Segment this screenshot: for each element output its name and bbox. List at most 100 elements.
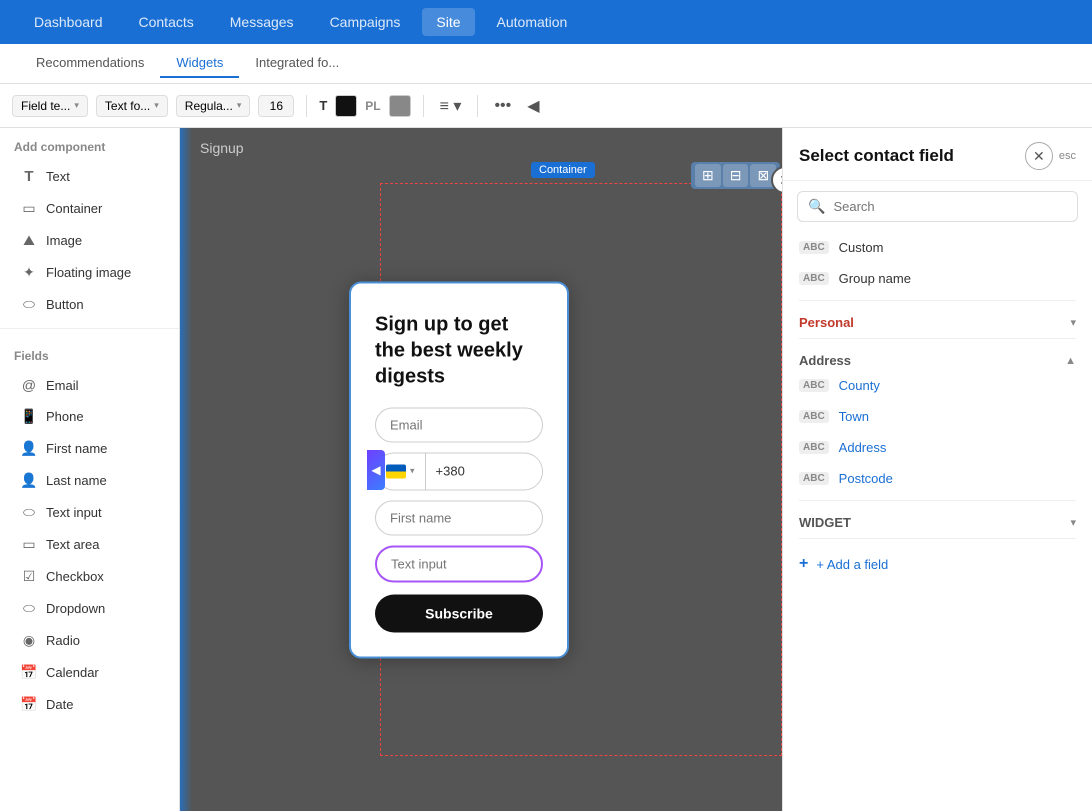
panel-row-county[interactable]: ABC County <box>791 370 1084 401</box>
ukraine-flag-icon <box>386 464 406 478</box>
sidebar-item-lastname[interactable]: 👤 Last name <box>6 465 173 496</box>
sidebar-item-floating-image[interactable]: ✦ Floating image <box>6 257 173 288</box>
personal-section-chevron-icon[interactable]: ▾ <box>1070 316 1076 329</box>
style-select[interactable]: Regula... ▾ <box>176 95 251 117</box>
text-color-label: T <box>319 98 327 113</box>
panel-row-address[interactable]: ABC Address <box>791 432 1084 463</box>
placeholder-color-swatch[interactable] <box>389 95 411 117</box>
image-icon: ⛰ <box>20 232 38 249</box>
sidebar-item-textarea[interactable]: ▭ Text area <box>6 529 173 560</box>
button-icon: ⬭ <box>20 296 38 313</box>
sidebar-item-email-label: Email <box>46 378 79 393</box>
groupname-label: Group name <box>839 271 911 286</box>
align-left-button[interactable]: ⊞ <box>695 164 721 187</box>
sidebar-item-textinput[interactable]: ⬭ Text input <box>6 497 173 528</box>
sidebar-item-checkbox[interactable]: ☑ Checkbox <box>6 561 173 592</box>
sidebar-item-text[interactable]: T Text <box>6 161 173 192</box>
date-icon: 📅 <box>20 696 38 713</box>
textinput-icon: ⬭ <box>20 504 38 521</box>
subnav-integrated[interactable]: Integrated fo... <box>239 49 355 78</box>
nav-site[interactable]: Site <box>422 8 474 36</box>
email-input[interactable] <box>375 407 543 442</box>
phone-icon: 📱 <box>20 408 38 425</box>
panel-row-postcode[interactable]: ABC Postcode <box>791 463 1084 494</box>
more-options-button[interactable]: ••• <box>490 95 515 117</box>
field-type-select[interactable]: Field te... ▾ <box>12 95 88 117</box>
sub-nav: Recommendations Widgets Integrated fo... <box>0 44 1092 84</box>
font-select[interactable]: Text fo... ▾ <box>96 95 168 117</box>
floating-image-icon: ✦ <box>20 264 38 281</box>
plus-icon: + <box>799 555 808 573</box>
sidebar-item-date[interactable]: 📅 Date <box>6 689 173 720</box>
address-section-title: Address <box>799 353 851 368</box>
firstname-input[interactable] <box>375 500 543 535</box>
textinput-input[interactable] <box>375 545 543 582</box>
sidebar-item-date-label: Date <box>46 697 73 712</box>
fields-section-title: Fields <box>0 337 179 369</box>
sidebar-item-radio[interactable]: ◉ Radio <box>6 625 173 656</box>
style-chevron-icon: ▾ <box>237 100 242 111</box>
sidebar-item-calendar[interactable]: 📅 Calendar <box>6 657 173 688</box>
panel-divider-3 <box>799 500 1076 501</box>
widget-section-chevron-icon[interactable]: ▾ <box>1070 516 1076 529</box>
sidebar-item-container[interactable]: ▭ Container <box>6 193 173 224</box>
add-field-label: + Add a field <box>816 557 888 572</box>
firstname-icon: 👤 <box>20 440 38 457</box>
canvas-left-arrow[interactable]: ◀ <box>367 450 385 490</box>
toolbar-divider-2 <box>423 95 424 117</box>
calendar-icon: 📅 <box>20 664 38 681</box>
toolbar-divider-1 <box>306 95 307 117</box>
panel-row-groupname[interactable]: ABC Group name <box>791 263 1084 294</box>
widget-section-title: WIDGET <box>799 515 851 530</box>
container-toolbar-float: ⊞ ⊟ ⊠ <box>691 162 780 189</box>
font-size-input[interactable]: 16 <box>258 95 294 117</box>
subnav-recommendations[interactable]: Recommendations <box>20 49 160 78</box>
nav-dashboard[interactable]: Dashboard <box>20 8 117 36</box>
address-section-chevron-icon[interactable]: ▲ <box>1065 355 1076 367</box>
subnav-widgets[interactable]: Widgets <box>160 49 239 78</box>
canvas-grad-left <box>180 128 192 811</box>
sidebar-item-dropdown[interactable]: ⬭ Dropdown <box>6 593 173 624</box>
nav-contacts[interactable]: Contacts <box>125 8 208 36</box>
sidebar-item-floating-label: Floating image <box>46 265 131 280</box>
sidebar-item-text-label: Text <box>46 169 70 184</box>
sidebar-item-firstname-label: First name <box>46 441 107 456</box>
subscribe-button[interactable]: Subscribe <box>375 594 543 632</box>
sidebar-item-checkbox-label: Checkbox <box>46 569 104 584</box>
align-center-button[interactable]: ⊟ <box>723 164 749 187</box>
field-type-chevron-icon: ▾ <box>74 100 79 111</box>
panel-row-town[interactable]: ABC Town <box>791 401 1084 432</box>
panel-row-custom[interactable]: ABC Custom <box>791 232 1084 263</box>
sidebar-item-button-label: Button <box>46 297 84 312</box>
sidebar-item-dropdown-label: Dropdown <box>46 601 105 616</box>
textarea-icon: ▭ <box>20 536 38 553</box>
components-section-title: Add component <box>0 128 179 160</box>
nav-campaigns[interactable]: Campaigns <box>316 8 415 36</box>
phone-input[interactable] <box>426 455 543 488</box>
abc-badge-groupname: ABC <box>799 272 829 285</box>
dropdown-icon: ⬭ <box>20 600 38 617</box>
close-icon: ✕ <box>1033 148 1045 165</box>
sidebar-item-email[interactable]: @ Email <box>6 370 173 400</box>
align-button[interactable]: ≡ ▾ <box>436 94 466 118</box>
close-panel-button[interactable]: ✕ <box>1025 142 1053 170</box>
search-box: 🔍 <box>797 191 1078 222</box>
sidebar-item-firstname[interactable]: 👤 First name <box>6 433 173 464</box>
search-input[interactable] <box>833 199 1067 214</box>
toolbar-divider-3 <box>477 95 478 117</box>
panel-divider-4 <box>799 538 1076 539</box>
sidebar-item-image[interactable]: ⛰ Image <box>6 225 173 256</box>
text-color-swatch[interactable] <box>335 95 357 117</box>
add-field-row[interactable]: + + Add a field <box>791 545 1084 583</box>
font-chevron-icon: ▾ <box>154 100 159 111</box>
sidebar-item-button[interactable]: ⬭ Button <box>6 289 173 320</box>
sidebar-item-phone[interactable]: 📱 Phone <box>6 401 173 432</box>
left-sidebar: Add component T Text ▭ Container ⛰ Image… <box>0 128 180 811</box>
abc-badge-county: ABC <box>799 379 829 392</box>
nav-messages[interactable]: Messages <box>216 8 308 36</box>
sidebar-item-radio-label: Radio <box>46 633 80 648</box>
right-panel-title: Select contact field <box>799 146 954 166</box>
back-arrow-button[interactable]: ◀ <box>523 94 543 118</box>
sidebar-item-phone-label: Phone <box>46 409 84 424</box>
nav-automation[interactable]: Automation <box>483 8 582 36</box>
